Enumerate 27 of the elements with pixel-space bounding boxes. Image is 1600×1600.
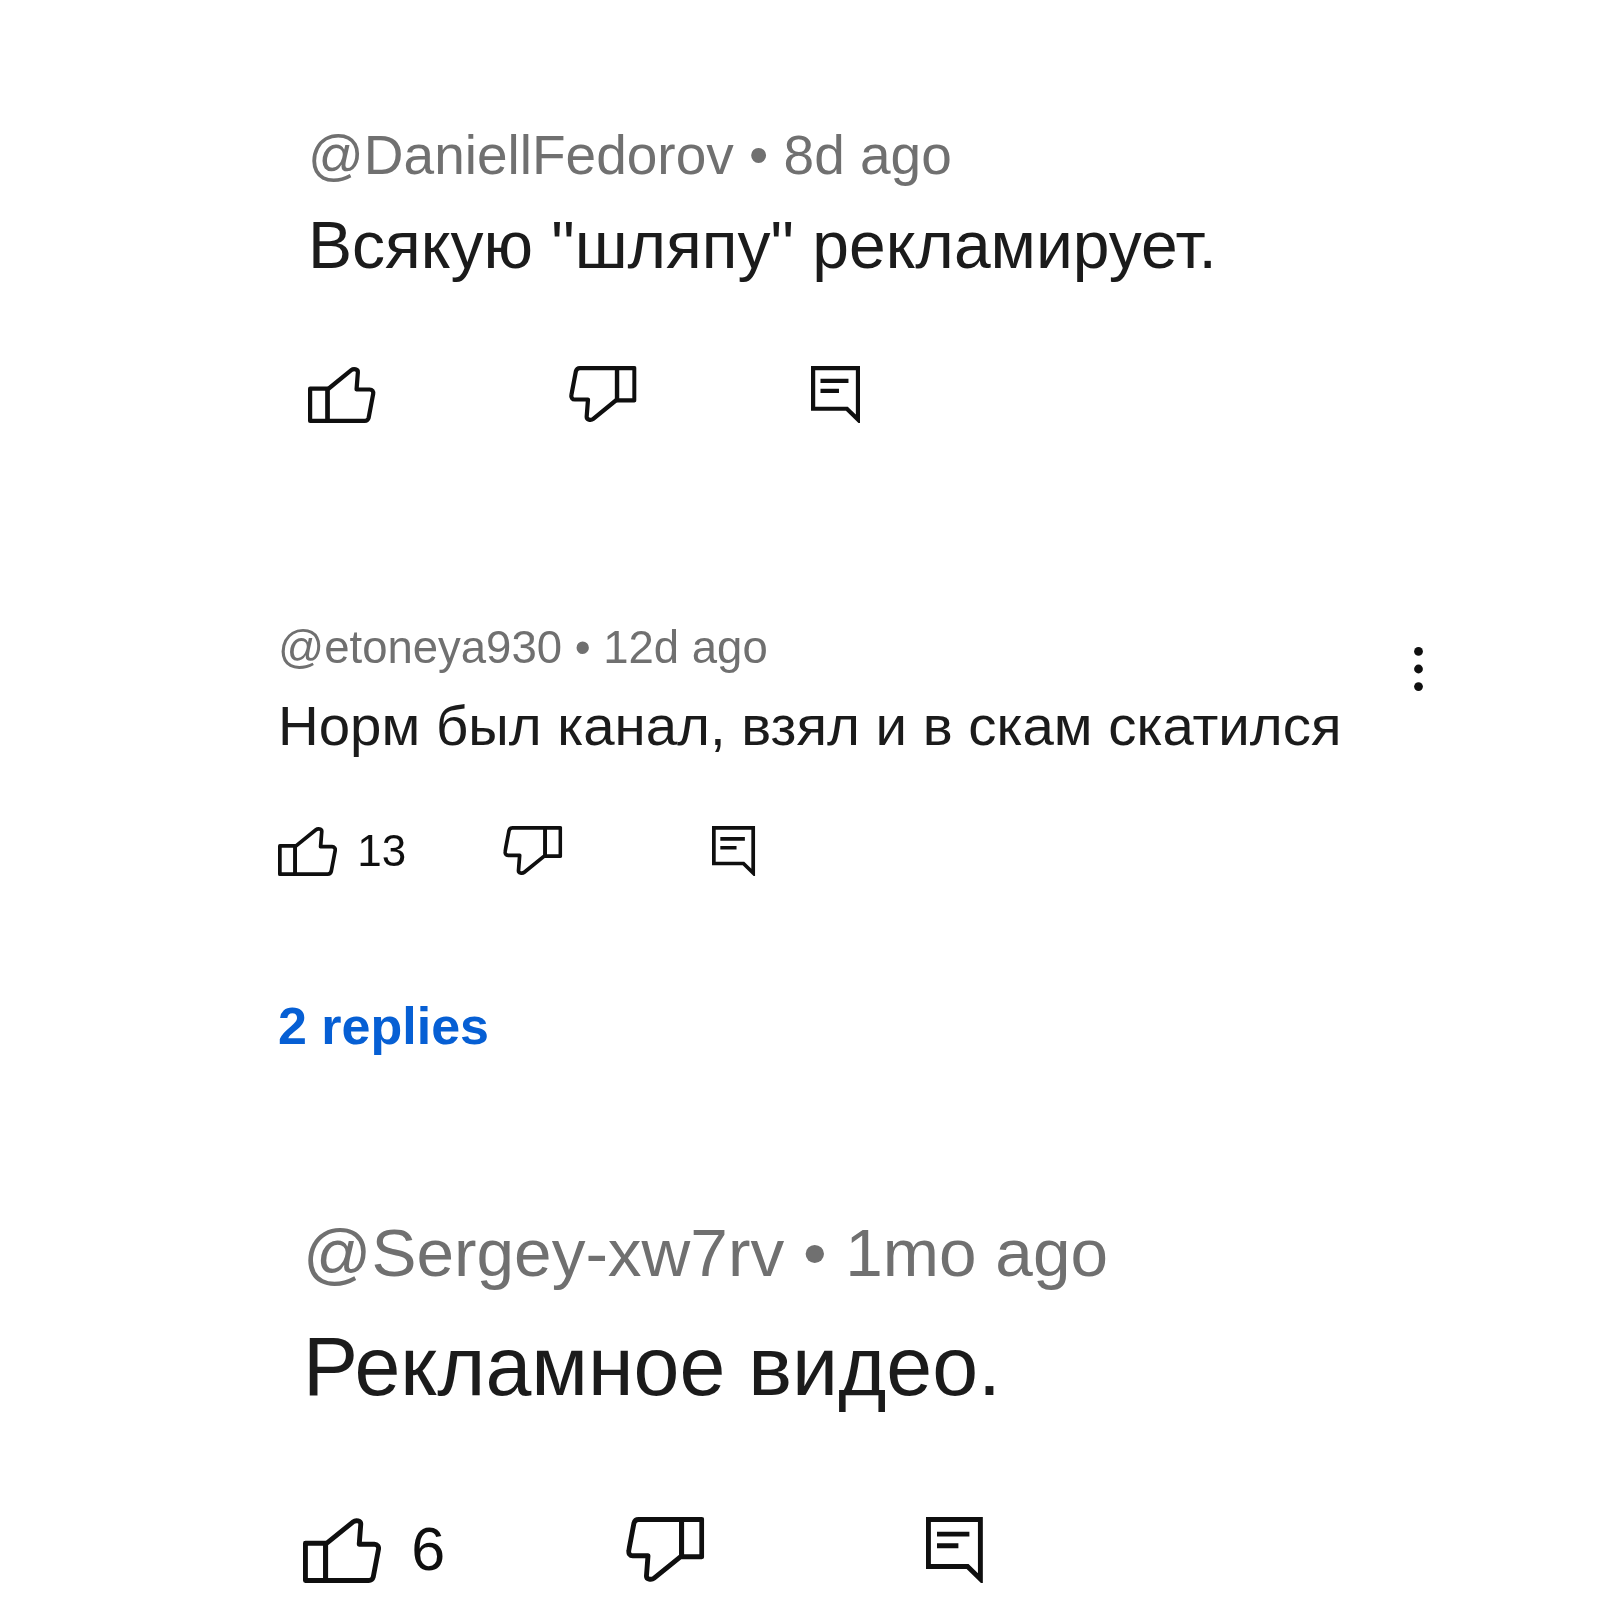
reply-button[interactable] xyxy=(811,366,861,424)
comment-text: Всякую "шляпу" рекламирует. xyxy=(308,207,1217,284)
dislike-button[interactable] xyxy=(626,1516,705,1583)
reply-button[interactable] xyxy=(712,826,756,877)
more-options-button[interactable] xyxy=(1414,647,1423,692)
comment-icon xyxy=(926,1516,984,1583)
vertical-dots-icon xyxy=(1414,647,1423,692)
thumbs-up-icon xyxy=(308,366,376,424)
comment-byline: @etoneya930 • 12d ago xyxy=(278,621,768,676)
thumbs-up-icon xyxy=(303,1516,382,1583)
comment-byline: @Sergey-xw7rv • 1mo ago xyxy=(303,1213,1108,1292)
comment-icon xyxy=(811,366,861,424)
dislike-button[interactable] xyxy=(503,826,563,877)
like-button[interactable]: 13 xyxy=(278,826,407,877)
thumbs-down-icon xyxy=(503,826,563,877)
thumbs-up-icon xyxy=(278,826,338,877)
replies-button[interactable]: 2 replies xyxy=(278,995,490,1058)
comment-byline: @DaniellFedorov • 8d ago xyxy=(308,123,952,188)
comment-text: Норм был канал, взял и в скам скатился xyxy=(278,692,1342,759)
thumbs-down-icon xyxy=(626,1516,705,1583)
dislike-button[interactable] xyxy=(568,366,637,424)
like-button[interactable]: 6 xyxy=(303,1516,446,1583)
thumbs-down-icon xyxy=(568,366,637,424)
like-button[interactable] xyxy=(308,366,376,424)
comment-text: Рекламное видео. xyxy=(303,1318,1002,1414)
reply-button[interactable] xyxy=(926,1516,984,1583)
comment-icon xyxy=(712,826,756,877)
